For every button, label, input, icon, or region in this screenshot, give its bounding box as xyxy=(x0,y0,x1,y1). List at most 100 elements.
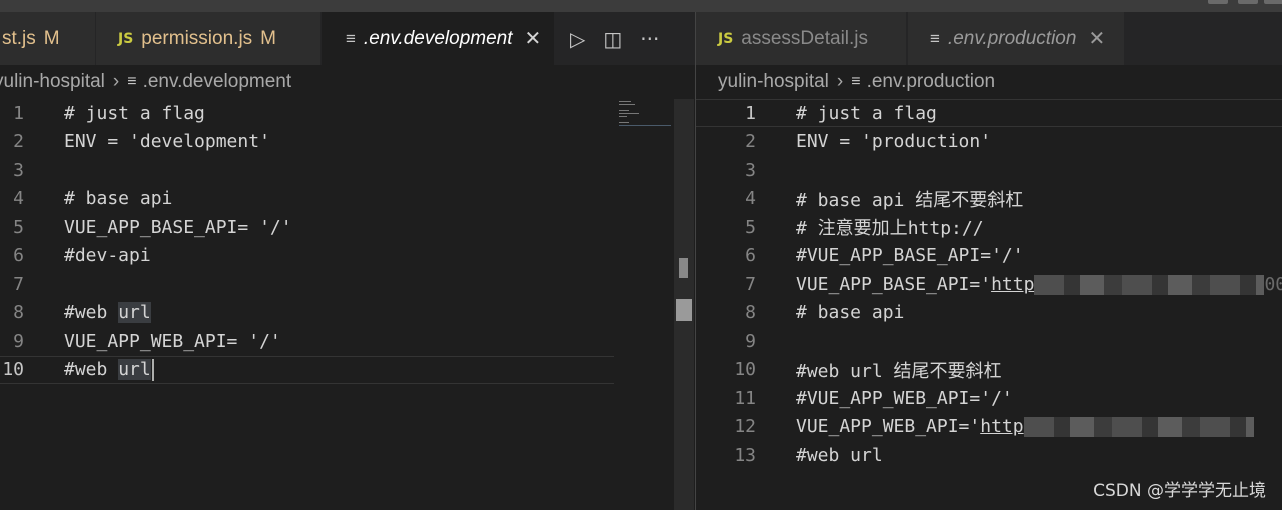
window-control[interactable] xyxy=(1238,0,1258,4)
breadcrumb-file[interactable]: .env.development xyxy=(143,71,292,93)
code-editor-right[interactable]: 1 # just a flag 2 ENV = 'production' 3 4 # … xyxy=(696,99,1282,510)
tab-assessdetail-js[interactable]: JS assessDetail.js xyxy=(696,12,906,65)
close-icon[interactable]: ✕ xyxy=(525,26,542,51)
line-text: #web url xyxy=(796,444,883,466)
line-number: 4 xyxy=(745,188,756,210)
tab-env-production[interactable]: ≡ .env.production ✕ xyxy=(908,12,1124,65)
watermark: CSDN @学学学无止境 xyxy=(1093,481,1266,501)
line-text: #VUE_APP_BASE_API='/' xyxy=(796,245,1024,267)
code-line: 4 # base api xyxy=(0,185,695,214)
line-text: VUE_APP_BASE_API= '/' xyxy=(64,216,292,238)
tab-label: .env.production xyxy=(947,27,1077,49)
tab-label: permission.js xyxy=(141,27,253,49)
tab-label: st.js xyxy=(2,27,36,49)
editor-group-right: JS assessDetail.js ≡ .env.production ✕ y… xyxy=(696,12,1282,510)
line-text: ENV = 'production' xyxy=(796,131,992,153)
code-editor-left[interactable]: 1 # just a flag 2 ENV = 'development' 3 4 #… xyxy=(0,99,695,510)
selection-highlight: url xyxy=(118,358,151,380)
code-line: 3 xyxy=(696,156,1282,185)
url-link[interactable]: http xyxy=(991,274,1034,295)
line-number: 9 xyxy=(745,330,756,352)
code-line: 12 VUE_APP_WEB_API='http xyxy=(696,413,1282,442)
line-text: #dev-api xyxy=(64,245,151,267)
settings-file-icon: ≡ xyxy=(930,28,940,48)
line-number: 5 xyxy=(745,216,756,238)
redacted-url xyxy=(1034,274,1265,295)
run-icon[interactable]: ▷ xyxy=(570,27,585,51)
line-number: 10 xyxy=(2,359,24,381)
line-number: 2 xyxy=(745,131,756,153)
window-control[interactable] xyxy=(1264,0,1282,4)
line-text: #web url 结尾不要斜杠 xyxy=(796,357,1002,383)
breadcrumb-folder[interactable]: yulin-hospital xyxy=(718,71,829,93)
code-token: #web xyxy=(64,302,119,324)
tab-st-js[interactable]: st.js M xyxy=(0,12,95,65)
editor-actions: ▷ ◫ ··· xyxy=(570,12,659,65)
line-text: # just a flag xyxy=(64,102,205,124)
code-line: 5 # 注意要加上http:// xyxy=(696,213,1282,242)
code-token: http:// xyxy=(907,218,984,240)
tab-label: .env.development xyxy=(363,27,513,49)
url-link[interactable]: http xyxy=(980,416,1023,437)
code-line: 3 xyxy=(0,156,695,185)
line-text: # base api xyxy=(796,302,905,324)
chevron-right-icon: › xyxy=(836,71,844,92)
line-text: # 注意要加上http:// xyxy=(796,214,984,240)
more-actions-icon[interactable]: ··· xyxy=(640,27,659,51)
line-text: ENV = 'development' xyxy=(64,131,270,153)
scroll-thumb[interactable] xyxy=(676,299,692,321)
line-number: 1 xyxy=(745,102,756,124)
text-cursor xyxy=(151,358,154,381)
minimap[interactable] xyxy=(615,99,673,129)
line-number: 11 xyxy=(734,387,756,409)
line-number: 7 xyxy=(13,273,24,295)
chevron-right-icon: › xyxy=(112,71,120,92)
tab-label: assessDetail.js xyxy=(741,27,869,49)
line-text: #web url xyxy=(64,302,151,324)
vertical-scrollbar[interactable] xyxy=(674,99,694,510)
code-line: 6 #dev-api xyxy=(0,242,695,271)
tab-env-development[interactable]: ≡ .env.development ✕ xyxy=(322,12,554,65)
window-control[interactable] xyxy=(1208,0,1228,4)
modified-badge: M xyxy=(260,27,276,49)
line-text: VUE_APP_WEB_API= '/' xyxy=(64,330,281,352)
tab-permission-js[interactable]: JS permission.js M xyxy=(96,12,320,65)
line-number: 6 xyxy=(745,245,756,267)
code-line: 11 #VUE_APP_WEB_API='/' xyxy=(696,384,1282,413)
split-editor-icon[interactable]: ◫ xyxy=(603,27,622,51)
line-text: #VUE_APP_WEB_API='/' xyxy=(796,387,1013,409)
line-number: 10 xyxy=(734,359,756,381)
breadcrumb-folder[interactable]: yulin-hospital xyxy=(0,71,105,93)
line-number: 13 xyxy=(734,444,756,466)
code-line: 13 #web url xyxy=(696,441,1282,470)
code-line: 2 ENV = 'production' xyxy=(696,128,1282,157)
code-line: 10 #web url xyxy=(0,356,695,385)
code-line: 7 xyxy=(0,270,695,299)
line-number: 3 xyxy=(13,159,24,181)
comment-cjk: 注意要加上 xyxy=(817,218,908,240)
line-text: # just a flag xyxy=(796,102,937,124)
breadcrumb-file[interactable]: .env.production xyxy=(867,71,996,93)
line-number: 4 xyxy=(13,188,24,210)
code-line: 2 ENV = 'development' xyxy=(0,128,695,157)
line-text: #web url xyxy=(64,358,154,381)
code-token: # xyxy=(796,218,818,240)
modified-badge: M xyxy=(43,27,60,49)
line-number: 8 xyxy=(13,302,24,324)
line-number: 3 xyxy=(745,159,756,181)
code-line: 1 # just a flag xyxy=(0,99,695,128)
close-icon[interactable]: ✕ xyxy=(1088,26,1105,51)
code-line: 1 # just a flag xyxy=(696,99,1282,128)
selection-highlight: url xyxy=(118,302,151,324)
line-text: # base api 结尾不要斜杠 xyxy=(796,186,1023,212)
code-token: VUE_APP_WEB_API=' xyxy=(796,416,981,438)
code-line: 8 #web url xyxy=(0,299,695,328)
code-token: 00 xyxy=(1264,273,1282,295)
line-number: 6 xyxy=(13,245,24,267)
code-line: 6 #VUE_APP_BASE_API='/' xyxy=(696,242,1282,271)
settings-file-icon: ≡ xyxy=(851,73,861,90)
line-number: 9 xyxy=(13,330,24,352)
scroll-thumb[interactable] xyxy=(679,258,688,278)
title-bar xyxy=(0,0,1282,12)
breadcrumb: yulin-hospital › ≡ .env.production xyxy=(718,65,1282,99)
